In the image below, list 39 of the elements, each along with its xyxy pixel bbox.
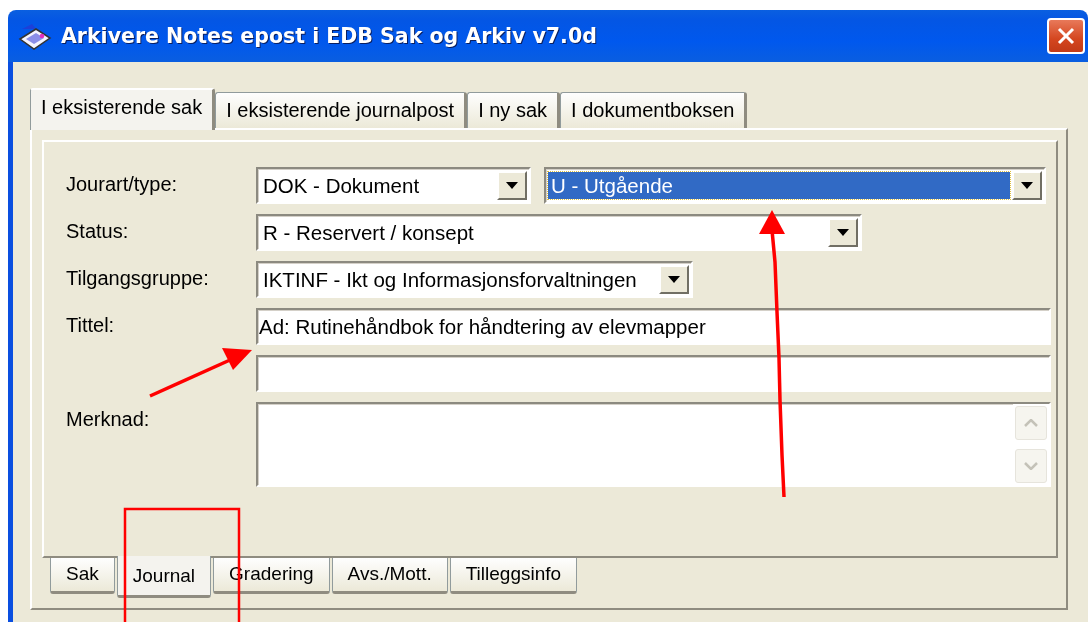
field-label: Tilgangsgruppe: — [66, 266, 210, 290]
dropdown-value: R - Reservert / konsept — [262, 219, 475, 246]
tab[interactable]: Journal — [116, 556, 212, 598]
dropdown-button[interactable] — [659, 265, 689, 294]
tab[interactable]: I eksisterende journalpost — [215, 92, 468, 128]
tab[interactable]: I eksisterende sak — [30, 88, 216, 130]
dropdown-value: U - Utgående — [548, 172, 1010, 199]
dropdown-button[interactable] — [828, 218, 858, 247]
close-icon — [1057, 27, 1075, 45]
dropdown-value: DOK - Dokument — [262, 172, 421, 199]
dropdown-button[interactable] — [1012, 171, 1042, 200]
caret-icon — [837, 229, 849, 236]
text-area[interactable] — [256, 402, 1051, 487]
envelope-icon — [18, 21, 52, 51]
dropdown[interactable]: DOK - Dokument — [256, 167, 531, 204]
dropdown-value: IKTINF - Ikt og Informasjonsforvaltningen — [262, 266, 638, 293]
input-field[interactable]: Ad: Rutinehåndbok for håndtering av elevmapper — [256, 308, 1051, 345]
field-label: Status: — [66, 219, 130, 243]
tab[interactable]: Sak — [50, 558, 115, 594]
input-field[interactable] — [256, 355, 1051, 392]
tab[interactable]: I dokumentboksen — [560, 92, 748, 128]
caret-icon — [506, 182, 518, 189]
dropdown[interactable]: R - Reservert / konsept — [256, 214, 862, 251]
dropdown-button[interactable] — [497, 171, 527, 200]
caret-icon — [1021, 182, 1033, 189]
field-label: Tittel: — [66, 313, 116, 337]
close-button[interactable] — [1047, 18, 1085, 54]
chevron-up-icon — [1024, 419, 1038, 427]
field-value: Ad: Rutinehåndbok for håndtering av elevmapper — [258, 313, 707, 340]
caret-icon — [668, 276, 680, 283]
tab[interactable]: Tilleggsinfo — [449, 558, 578, 594]
tab[interactable]: Avs./Mott. — [331, 558, 448, 594]
tab[interactable]: I ny sak — [467, 92, 561, 128]
chevron-down-icon — [1024, 462, 1038, 470]
window-title: Arkivere Notes epost i EDB Sak og Arkiv v7.0d — [61, 24, 598, 48]
dropdown[interactable]: IKTINF - Ikt og Informasjonsforvaltningen — [256, 261, 693, 298]
field-label: Merknad: — [66, 407, 151, 431]
dropdown[interactable]: U - Utgående — [544, 167, 1046, 204]
field-label: Jourart/type: — [66, 172, 179, 196]
